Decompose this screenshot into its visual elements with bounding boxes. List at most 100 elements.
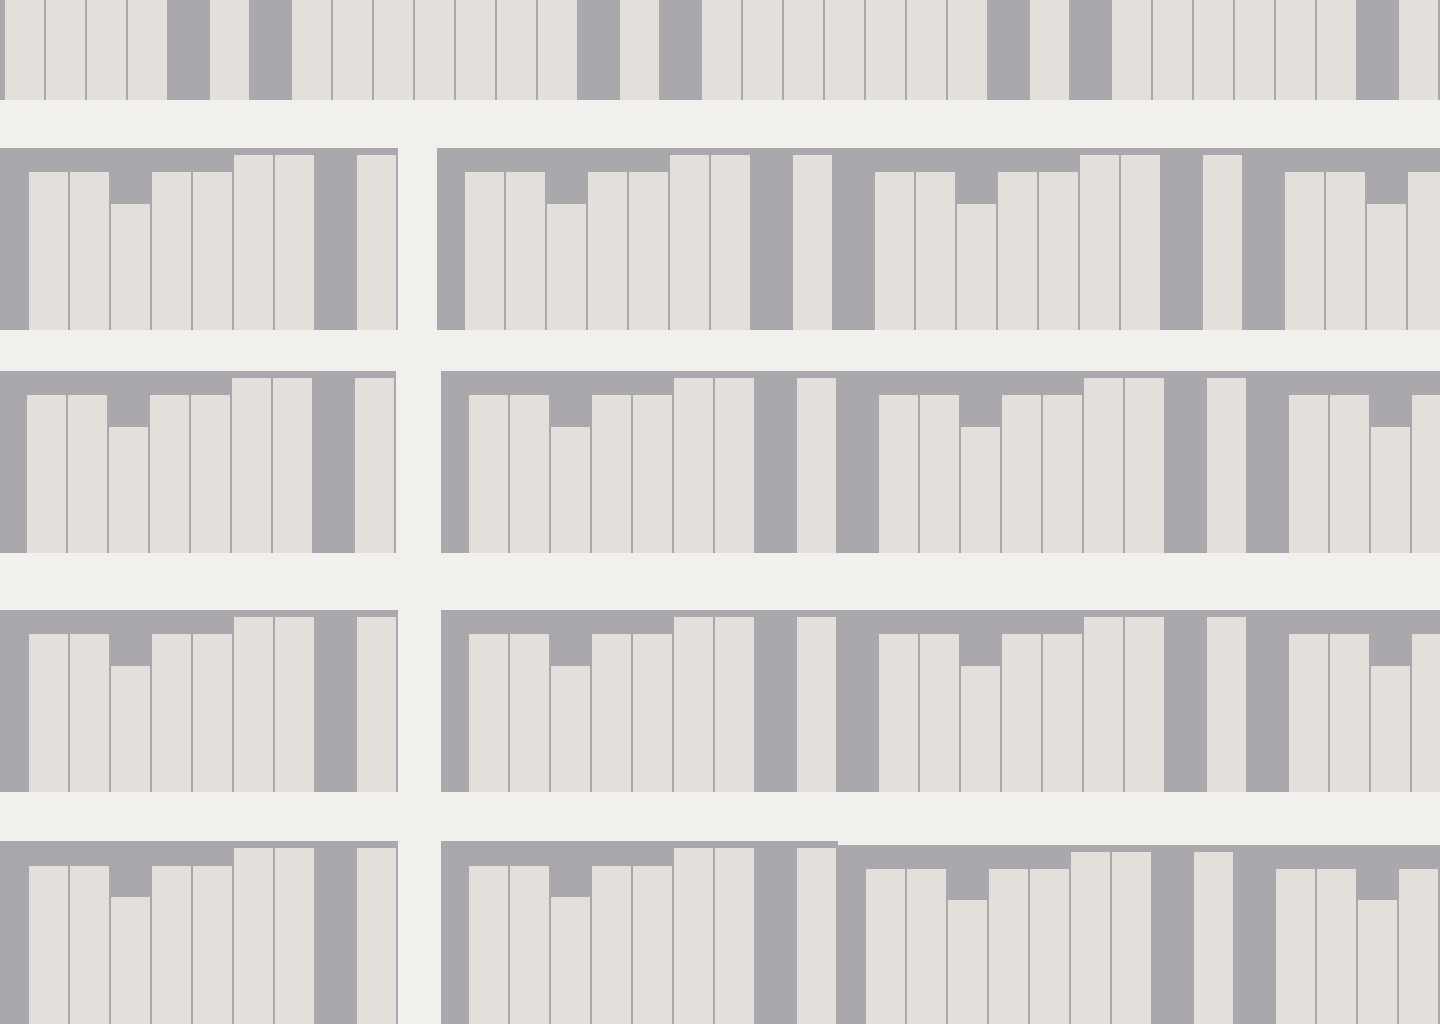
book-spine bbox=[1153, 0, 1194, 100]
book-spine bbox=[1367, 204, 1408, 330]
book-spine bbox=[1203, 155, 1244, 330]
book-spine bbox=[547, 204, 588, 330]
book-spine bbox=[1194, 0, 1235, 100]
book-spine bbox=[961, 666, 1002, 792]
shelf-board bbox=[0, 330, 1440, 371]
book-spine bbox=[415, 0, 456, 100]
book-spine bbox=[506, 172, 547, 330]
book-spine bbox=[916, 172, 957, 330]
book-spine bbox=[469, 395, 510, 553]
book-spine bbox=[674, 378, 715, 553]
book-spine bbox=[879, 634, 920, 792]
book-spine bbox=[797, 848, 838, 1024]
book-spine bbox=[1330, 634, 1371, 792]
book-spine bbox=[1412, 634, 1440, 792]
book-spine bbox=[273, 378, 314, 553]
book-spine bbox=[234, 155, 275, 330]
book-spine bbox=[1084, 617, 1125, 792]
book-spine bbox=[70, 634, 111, 792]
book-spine bbox=[1408, 172, 1440, 330]
book-spine bbox=[234, 848, 275, 1024]
book-spine bbox=[957, 204, 998, 330]
book-spine bbox=[1071, 852, 1112, 1024]
book-spine bbox=[592, 634, 633, 792]
book-spine bbox=[551, 427, 592, 553]
book-spine bbox=[1207, 617, 1248, 792]
book-spine bbox=[150, 395, 191, 553]
book-spine bbox=[866, 0, 907, 100]
shelf-compartment bbox=[838, 845, 1440, 1024]
book-spine bbox=[152, 866, 193, 1024]
book-spine bbox=[875, 172, 916, 330]
book-spine bbox=[111, 666, 152, 792]
book-spine bbox=[998, 172, 1039, 330]
book-spine bbox=[1235, 0, 1276, 100]
book-spine bbox=[1317, 0, 1358, 100]
book-spine bbox=[510, 866, 551, 1024]
book-spine bbox=[357, 617, 398, 792]
shelf-board bbox=[0, 100, 1440, 148]
top-shelf-books bbox=[0, 0, 1440, 100]
book-spine bbox=[1207, 378, 1248, 553]
book-spine bbox=[191, 395, 232, 553]
book-spine bbox=[210, 0, 251, 100]
book-spine bbox=[1194, 852, 1235, 1024]
book-spine bbox=[825, 0, 866, 100]
book-spine bbox=[715, 617, 756, 792]
book-spine bbox=[275, 155, 316, 330]
book-spine bbox=[1330, 395, 1371, 553]
book-spine bbox=[920, 395, 961, 553]
book-spine bbox=[497, 0, 538, 100]
book-spine bbox=[551, 666, 592, 792]
book-spine bbox=[702, 0, 743, 100]
book-spine bbox=[1043, 395, 1084, 553]
book-spine bbox=[1317, 869, 1358, 1024]
book-spine bbox=[1371, 427, 1412, 553]
book-spine bbox=[193, 172, 234, 330]
book-spine bbox=[674, 617, 715, 792]
book-spine bbox=[620, 0, 661, 100]
book-spine bbox=[1080, 155, 1121, 330]
book-spine bbox=[357, 155, 398, 330]
book-spine bbox=[879, 395, 920, 553]
book-spine bbox=[1358, 900, 1399, 1024]
book-spine bbox=[27, 395, 68, 553]
book-spine bbox=[715, 848, 756, 1024]
book-spine bbox=[152, 634, 193, 792]
book-spine bbox=[68, 395, 109, 553]
book-spine bbox=[234, 617, 275, 792]
book-spine bbox=[109, 427, 150, 553]
book-spine bbox=[948, 0, 989, 100]
book-spine bbox=[29, 172, 70, 330]
book-spine bbox=[510, 634, 551, 792]
book-spine bbox=[1276, 0, 1317, 100]
book-spine bbox=[1412, 395, 1440, 553]
book-spine bbox=[907, 0, 948, 100]
shelf-compartment bbox=[0, 610, 398, 792]
book-spine bbox=[70, 866, 111, 1024]
book-spine bbox=[465, 172, 506, 330]
book-spine bbox=[961, 427, 1002, 553]
book-spine bbox=[1125, 378, 1166, 553]
book-spine bbox=[1043, 634, 1084, 792]
book-spine bbox=[948, 900, 989, 1024]
book-spine bbox=[1289, 634, 1330, 792]
book-spine bbox=[1112, 0, 1153, 100]
book-spine bbox=[784, 0, 825, 100]
book-spine bbox=[1002, 634, 1043, 792]
book-spine bbox=[633, 634, 674, 792]
book-spine bbox=[1112, 852, 1153, 1024]
book-spine bbox=[1030, 0, 1071, 100]
book-spine bbox=[674, 848, 715, 1024]
shelf-compartment bbox=[437, 148, 1440, 330]
shelf-board bbox=[0, 792, 1440, 841]
shelf-upright bbox=[398, 148, 437, 1024]
book-spine bbox=[1125, 617, 1166, 792]
book-spine bbox=[1084, 378, 1125, 553]
book-spine bbox=[1285, 172, 1326, 330]
book-spine bbox=[743, 0, 784, 100]
book-spine bbox=[469, 866, 510, 1024]
book-spine bbox=[1326, 172, 1367, 330]
book-spine bbox=[193, 634, 234, 792]
book-spine bbox=[551, 897, 592, 1024]
